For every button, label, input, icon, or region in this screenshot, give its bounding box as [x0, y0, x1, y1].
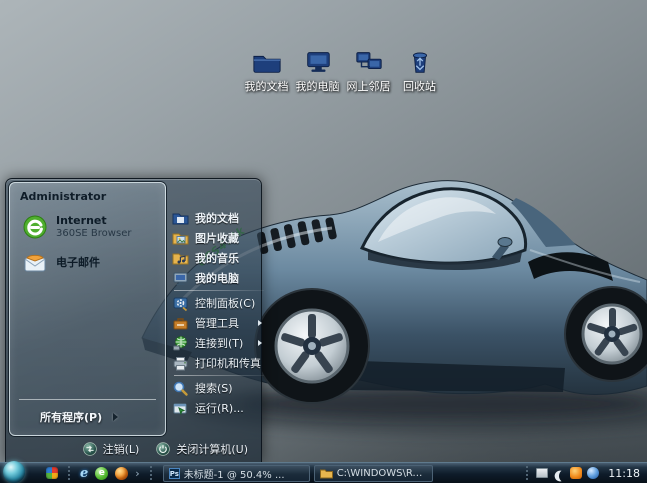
- start-menu-item-run[interactable]: 运行(R)...: [172, 398, 264, 418]
- user-name: Administrator: [10, 183, 165, 209]
- desktop-screen: eCS4.4k 我的文档 我的电脑 网上邻居 回收站: [0, 0, 647, 483]
- firefox-icon[interactable]: [115, 467, 128, 480]
- start-menu-item-connect-to[interactable]: 连接到(T): [172, 333, 264, 353]
- menu-item-label: 我的音乐: [195, 250, 239, 266]
- desktop-icon-my-documents[interactable]: 我的文档: [241, 49, 292, 94]
- start-button[interactable]: [3, 461, 25, 483]
- my-documents-folder-icon: [252, 49, 282, 75]
- desktop-icon-label: 网上邻居: [347, 78, 391, 94]
- task-button-explorer[interactable]: C:\WINDOWS\Reso...: [314, 465, 433, 482]
- start-menu-item-my-pictures[interactable]: 图片收藏: [172, 228, 264, 248]
- desktop-icon-network-places[interactable]: 网上邻居: [343, 49, 394, 94]
- photoshop-icon: Ps: [169, 468, 180, 479]
- language-indicator-icon[interactable]: [536, 468, 548, 478]
- menu-item-label: 搜索(S): [195, 380, 233, 396]
- menu-item-label: 连接到(T): [195, 335, 243, 351]
- network-orb-tray-icon[interactable]: [587, 467, 599, 479]
- start-menu-item-my-computer[interactable]: 我的电脑: [172, 268, 264, 288]
- task-button-photoshop[interactable]: Ps 未标题-1 @ 50.4% ...: [163, 465, 310, 482]
- my-music-icon: [172, 250, 189, 267]
- folder-icon: [320, 468, 333, 479]
- submenu-arrow-icon: [258, 320, 262, 326]
- log-off-button[interactable]: 注销(L): [83, 441, 140, 457]
- pinned-item-title: Internet: [56, 215, 131, 228]
- start-menu-user-panel: Administrator Internet 360SE Browser 电子邮…: [9, 182, 166, 436]
- connect-to-icon: [172, 335, 189, 352]
- taskbar-separator: [526, 466, 528, 480]
- my-computer-icon: [303, 49, 333, 75]
- all-programs-label: 所有程序(P): [40, 409, 102, 425]
- run-icon: [172, 400, 189, 417]
- system-tray: 11:18: [523, 466, 647, 480]
- my-computer-icon: [172, 270, 189, 287]
- printer-icon: [172, 355, 189, 372]
- taskbar: e e › Ps 未标题-1 @ 50.4% ... C:\WINDOWS\Re…: [0, 462, 647, 483]
- all-programs-button[interactable]: 所有程序(P): [19, 399, 156, 435]
- quick-launch-overflow-chevron[interactable]: ›: [135, 468, 139, 479]
- submenu-arrow-icon: [258, 340, 262, 346]
- menu-item-label: 运行(R)...: [195, 400, 244, 416]
- pinned-item-subtitle: 360SE Browser: [56, 228, 131, 240]
- task-button-label: 未标题-1 @ 50.4% ...: [184, 466, 285, 481]
- desktop-icon-label: 回收站: [403, 78, 436, 94]
- desktop-icon-row: 我的文档 我的电脑 网上邻居 回收站: [241, 49, 445, 94]
- start-menu-right-column: 我的文档 图片收藏 我的音乐 我的电脑 控制面板(C) 管理工具: [172, 208, 264, 418]
- desktop-icon-label: 我的电脑: [296, 78, 340, 94]
- internet-explorer-icon[interactable]: e: [80, 467, 88, 480]
- pinned-item-title: 电子邮件: [56, 257, 100, 270]
- taskbar-separator: [68, 466, 70, 480]
- menu-item-label: 打印机和传真: [195, 355, 261, 371]
- start-menu-item-admin-tools[interactable]: 管理工具: [172, 313, 264, 333]
- user-panel-spacer: [10, 281, 165, 399]
- menu-item-label: 图片收藏: [195, 230, 239, 246]
- menu-item-label: 管理工具: [195, 315, 239, 331]
- start-menu-item-my-music[interactable]: 我的音乐: [172, 248, 264, 268]
- start-menu-item-internet[interactable]: Internet 360SE Browser: [10, 209, 165, 245]
- desktop-icon-my-computer[interactable]: 我的电脑: [292, 49, 343, 94]
- log-off-label: 注销(L): [103, 441, 140, 457]
- shut-down-button[interactable]: 关闭计算机(U): [156, 441, 248, 457]
- start-menu: Administrator Internet 360SE Browser 电子邮…: [5, 178, 262, 462]
- recycle-bin-icon: [405, 49, 435, 75]
- search-icon: [172, 380, 189, 397]
- shut-down-icon: [156, 442, 170, 456]
- email-icon: [23, 251, 47, 275]
- start-menu-item-email[interactable]: 电子邮件: [10, 245, 165, 281]
- task-button-area: Ps 未标题-1 @ 50.4% ... C:\WINDOWS\Reso...: [163, 465, 433, 482]
- start-menu-item-search[interactable]: 搜索(S): [172, 378, 264, 398]
- network-places-icon: [354, 49, 384, 75]
- desktop-icon-recycle-bin[interactable]: 回收站: [394, 49, 445, 94]
- shut-down-label: 关闭计算机(U): [176, 441, 248, 457]
- start-menu-item-printers-faxes[interactable]: 打印机和传真: [172, 353, 264, 373]
- taskbar-separator: [150, 466, 152, 480]
- 360-browser-quicklaunch-icon[interactable]: e: [95, 467, 108, 480]
- 360-browser-icon: [23, 215, 47, 239]
- start-menu-footer: 注销(L) 关闭计算机(U): [6, 436, 261, 462]
- start-menu-item-control-panel[interactable]: 控制面板(C): [172, 293, 264, 313]
- log-off-icon: [83, 442, 97, 456]
- start-menu-item-my-documents[interactable]: 我的文档: [172, 208, 264, 228]
- crescent-tray-icon[interactable]: [553, 467, 565, 479]
- task-button-label: C:\WINDOWS\Reso...: [337, 468, 427, 479]
- control-panel-icon: [172, 295, 189, 312]
- menu-separator: [174, 375, 264, 376]
- taskbar-clock[interactable]: 11:18: [608, 467, 640, 480]
- menu-separator: [174, 290, 264, 291]
- messenger-icon[interactable]: [46, 467, 58, 479]
- desktop-icon-label: 我的文档: [245, 78, 289, 94]
- menu-item-label: 我的电脑: [195, 270, 239, 286]
- my-pictures-icon: [172, 230, 189, 247]
- my-documents-icon: [172, 210, 189, 227]
- menu-item-label: 控制面板(C): [195, 295, 255, 311]
- admin-tools-icon: [172, 315, 189, 332]
- menu-item-label: 我的文档: [195, 210, 239, 226]
- all-programs-arrow-icon: [113, 413, 118, 421]
- wangwang-tray-icon[interactable]: [570, 467, 582, 479]
- quick-launch-bar: e e ›: [46, 466, 155, 480]
